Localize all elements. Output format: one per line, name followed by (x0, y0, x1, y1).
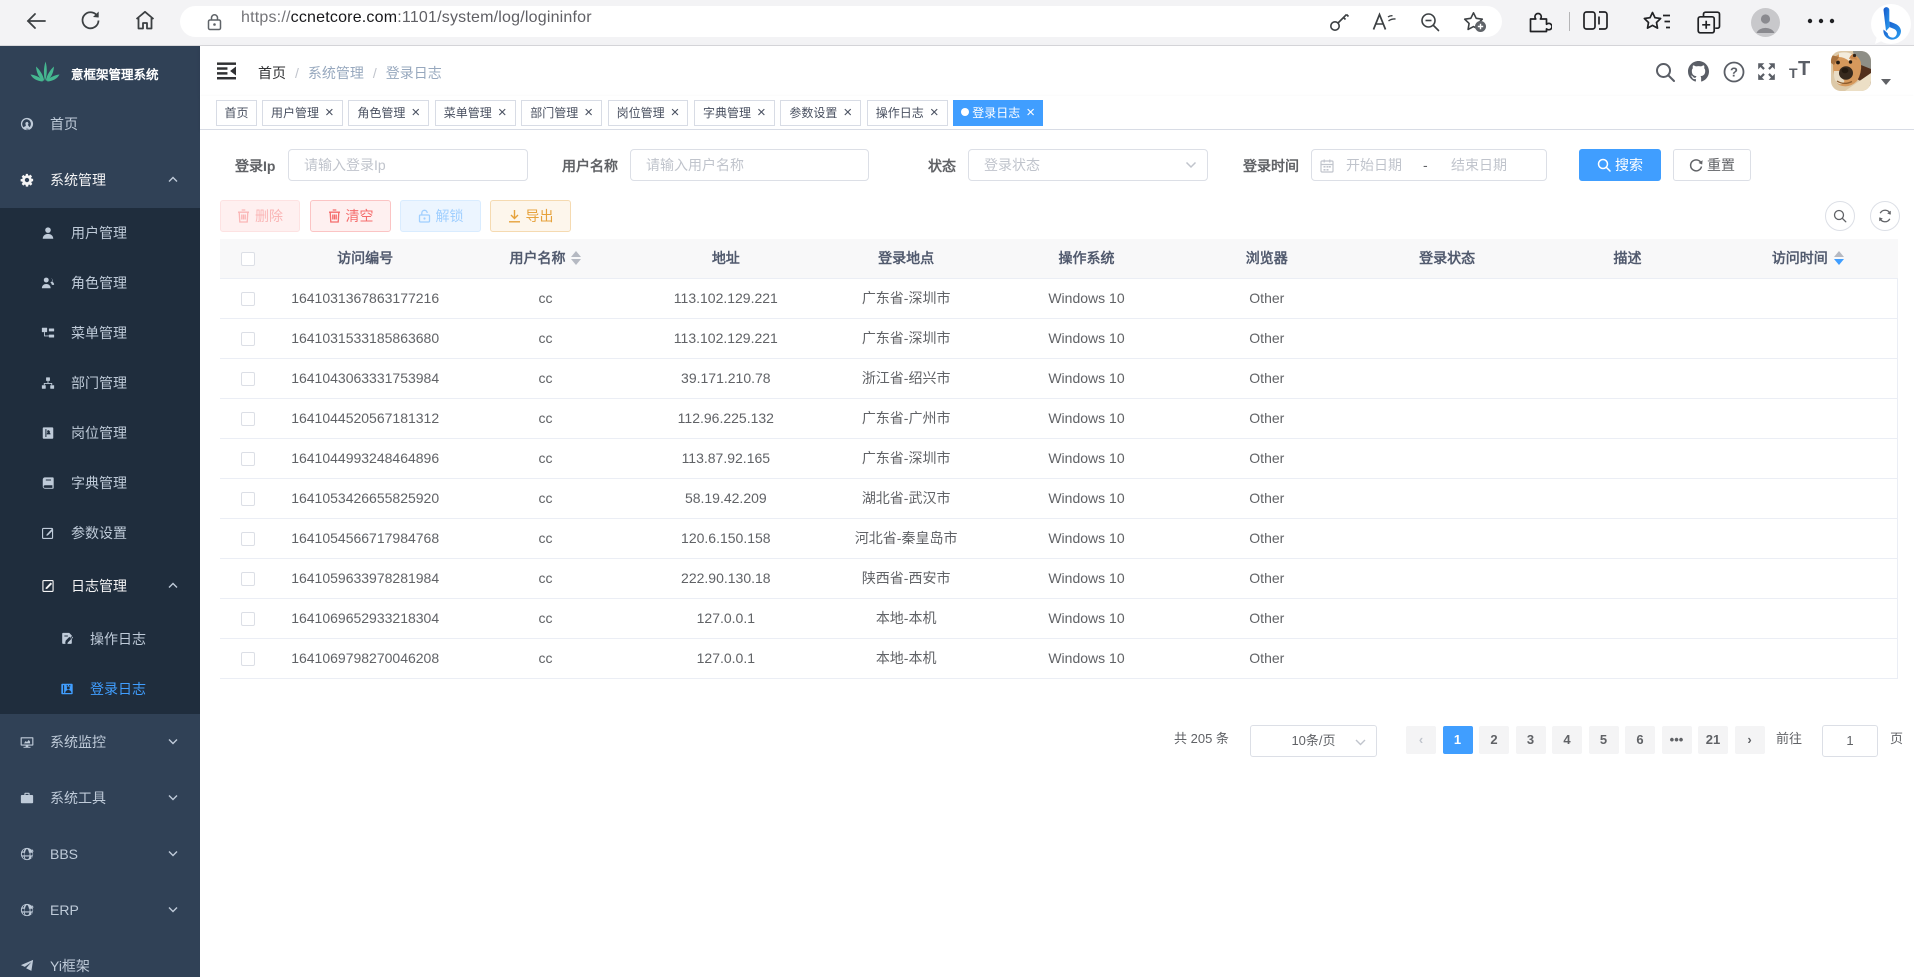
svg-text:?: ? (1730, 65, 1738, 80)
